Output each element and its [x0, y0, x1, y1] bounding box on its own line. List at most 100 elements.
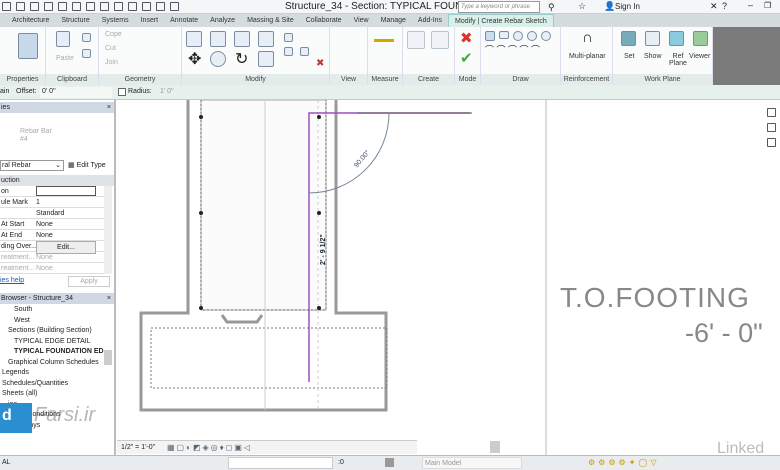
show-button[interactable]: Show	[644, 53, 662, 60]
tab-annotate[interactable]: Annotate	[164, 14, 204, 27]
property-row[interactable]: ding Over... Edit...	[0, 241, 104, 254]
property-row[interactable]: At End None	[0, 230, 104, 241]
section-icon[interactable]	[128, 2, 137, 11]
save-icon[interactable]	[16, 2, 25, 11]
type-selector[interactable]: ral Rebar ⌄	[0, 160, 64, 171]
browser-item[interactable]: West	[14, 317, 30, 324]
pan-icon[interactable]	[767, 138, 776, 147]
create-parts-icon[interactable]	[431, 31, 449, 49]
browser-scrollbar[interactable]	[104, 350, 112, 365]
design-options-icon[interactable]	[385, 458, 394, 467]
tab-massing-site[interactable]: Massing & Site	[241, 14, 300, 27]
drawing-canvas[interactable]: 90.00° 2' - 9 1/2" T.O.FOOTING -6' - 0" …	[117, 100, 780, 457]
model-selector[interactable]: Main Model	[422, 457, 522, 469]
thin-lines-icon[interactable]	[142, 2, 151, 11]
measure-icon[interactable]	[374, 39, 394, 42]
move-icon[interactable]: ✥	[188, 49, 201, 69]
mirror-axis-icon[interactable]	[234, 31, 250, 47]
close-icon[interactable]: ×	[107, 293, 111, 304]
browser-item[interactable]: TYPICAL EDGE DETAIL	[14, 338, 91, 345]
help-icon[interactable]: ?	[722, 1, 727, 11]
radius-input[interactable]: 1' 0"	[158, 87, 228, 98]
tab-systems[interactable]: Systems	[96, 14, 135, 27]
level-name[interactable]: T.O.FOOTING	[560, 282, 750, 314]
show-icon[interactable]	[645, 31, 660, 46]
cut-geometry-button[interactable]: Cut	[105, 45, 116, 52]
browser-item[interactable]: Graphical Column Schedules	[8, 359, 99, 366]
browser-item[interactable]: South	[14, 306, 32, 313]
tab-modify-create-rebar-sketch[interactable]: Modify | Create Rebar Sketch	[448, 14, 554, 27]
cancel-edit-icon[interactable]: ✖	[460, 29, 473, 47]
3d-view-icon[interactable]	[114, 2, 123, 11]
close-icon[interactable]: ×	[107, 102, 111, 113]
set-button[interactable]: Set	[624, 53, 635, 60]
viewer-icon[interactable]	[693, 31, 708, 46]
level-elevation[interactable]: -6' - 0"	[685, 318, 763, 349]
properties-scrollbar[interactable]	[104, 186, 112, 274]
scale-icon[interactable]	[300, 47, 309, 56]
property-row[interactable]: on	[0, 186, 104, 197]
view-control-icons[interactable]: ▦▢◐◩◈◎♦◻▣◁	[167, 443, 252, 452]
edit-type-button[interactable]: ▦ Edit Type	[68, 161, 106, 169]
paste-button[interactable]: Paste	[56, 55, 74, 62]
properties-help-link[interactable]: ies help	[0, 277, 24, 284]
align-icon[interactable]	[186, 31, 202, 47]
undo-icon[interactable]	[44, 2, 53, 11]
properties-icon[interactable]	[18, 33, 38, 59]
ref-plane-button[interactable]: Ref Plane	[669, 53, 687, 67]
construction-section[interactable]: uction	[0, 175, 114, 186]
arc-icons[interactable]: ⌒ ⌒ ⌒ ⌒ ⌒	[485, 43, 540, 56]
rectangle-icon[interactable]	[499, 31, 509, 39]
search-input[interactable]: Type a keyword or phrase	[458, 1, 540, 13]
inscribed-icon[interactable]	[541, 31, 551, 41]
favorites-icon[interactable]: ☆	[578, 1, 586, 12]
tab-insert[interactable]: Insert	[135, 14, 165, 27]
property-row[interactable]: ule Mark 1	[0, 197, 104, 208]
exchange-icon[interactable]: ✕	[710, 1, 718, 12]
browser-item[interactable]: TYPICAL FOUNDATION ED	[14, 348, 104, 355]
tab-add-ins[interactable]: Add-Ins	[412, 14, 448, 27]
sync-icon[interactable]	[30, 2, 39, 11]
property-row[interactable]: reatment... None	[0, 263, 104, 274]
create-group-icon[interactable]	[407, 31, 425, 49]
radius-checkbox[interactable]	[118, 88, 126, 96]
scale-selector[interactable]: 1/2" = 1'-0"	[121, 444, 155, 451]
tab-architecture[interactable]: Architecture	[6, 14, 55, 27]
join-button[interactable]: Join	[105, 59, 118, 66]
offset-input[interactable]: 0' 0"	[40, 87, 112, 98]
switch-windows-icon[interactable]	[170, 2, 179, 11]
array-icon[interactable]	[284, 47, 293, 56]
polygon-icon[interactable]	[527, 31, 537, 41]
offset-icon[interactable]	[210, 31, 226, 47]
steering-wheel-icon[interactable]	[767, 108, 776, 117]
redo-icon[interactable]	[58, 2, 67, 11]
property-row[interactable]: Standard	[0, 208, 104, 219]
property-value[interactable]: 1	[36, 197, 96, 208]
ref-plane-icon[interactable]	[669, 31, 684, 46]
property-value[interactable]	[36, 186, 96, 196]
finish-edit-icon[interactable]: ✔	[460, 49, 473, 67]
property-value[interactable]: None	[36, 230, 96, 241]
binoculars-icon[interactable]: ⚲	[548, 2, 555, 13]
property-row[interactable]: reatment... None	[0, 252, 104, 263]
cut-icon[interactable]	[82, 33, 91, 42]
browser-item[interactable]: Sheets (all)	[2, 390, 37, 397]
selection-filter-icons[interactable]: ⚙⚙⚙⚙✦◯▽	[588, 458, 660, 467]
browser-item[interactable]: Schedules/Quantities	[2, 380, 68, 387]
tab-analyze[interactable]: Analyze	[204, 14, 241, 27]
property-value[interactable]: None	[36, 219, 96, 230]
mirror-draw-icon[interactable]	[258, 31, 274, 47]
set-icon[interactable]	[621, 31, 636, 46]
rotate-icon[interactable]: ↻	[235, 49, 248, 69]
tab-structure[interactable]: Structure	[55, 14, 95, 27]
trim-icon[interactable]	[258, 51, 274, 67]
tab-collaborate[interactable]: Collaborate	[300, 14, 348, 27]
property-row[interactable]: At Start None	[0, 219, 104, 230]
copy-icon[interactable]	[82, 49, 91, 58]
viewer-button[interactable]: Viewer	[689, 53, 710, 60]
delete-icon[interactable]: ✖	[316, 58, 324, 69]
cope-button[interactable]: Cope	[105, 31, 122, 38]
open-icon[interactable]	[2, 2, 11, 11]
tab-manage[interactable]: Manage	[375, 14, 412, 27]
multi-planar-icon[interactable]: ∩	[582, 29, 593, 46]
